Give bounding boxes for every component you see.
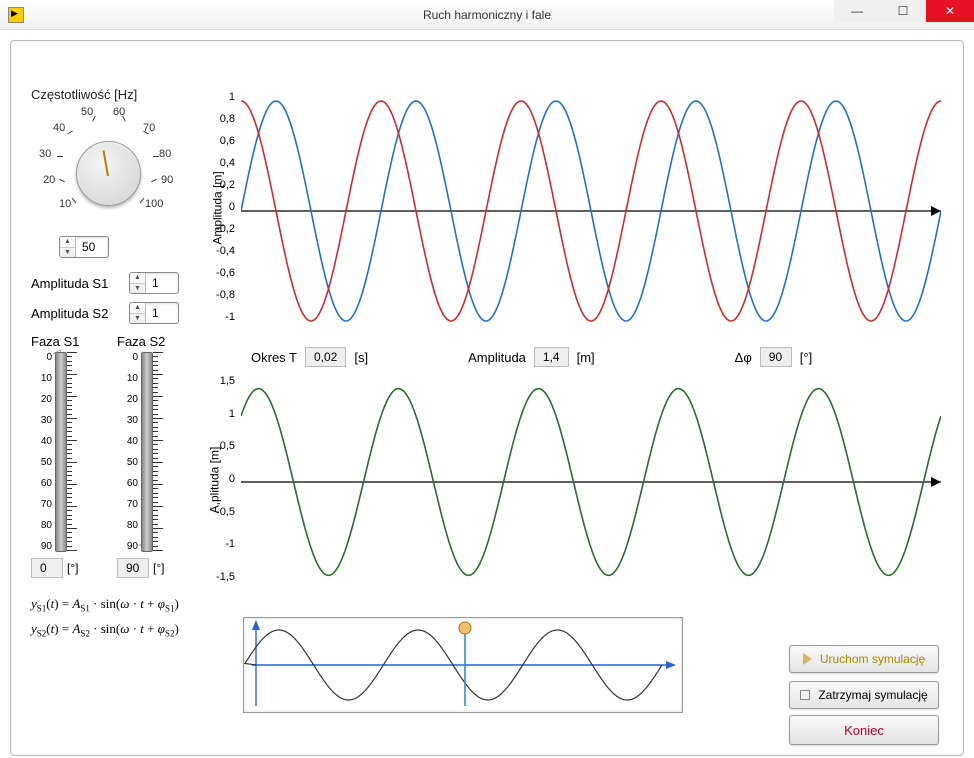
unit-label: [°]	[153, 561, 164, 575]
period-label: Okres T	[251, 350, 297, 365]
amplitude-unit: [m]	[577, 350, 595, 365]
knob-tick: 40	[53, 122, 65, 134]
run-button-label: Uruchom symulację	[820, 652, 925, 666]
scale-tick: 20	[117, 394, 138, 405]
dphi-value: 90	[760, 347, 792, 367]
frequency-value[interactable]: 50	[76, 237, 108, 257]
maximize-button[interactable]: ☐	[880, 0, 926, 22]
run-button[interactable]: Uruchom symulację	[789, 645, 939, 673]
spinner-icon[interactable]: ▲▼	[130, 303, 146, 323]
knob-tick: 20	[43, 174, 55, 186]
formulas: yS1(t) = AS1 · sin(ω · t + φS1) yS2(t) =…	[31, 592, 201, 642]
amplitude-s2-value[interactable]: 1	[146, 303, 178, 323]
scale-tick: 20	[31, 394, 52, 405]
params-row: Okres T 0,02 [s] Amplituda 1,4 [m] Δφ 90…	[251, 347, 812, 367]
amplitude-label: Amplituda	[468, 350, 526, 365]
sum-chart: A,plituda [m] 1,510,50-0,5-1-1,5	[203, 375, 943, 589]
amplitude-s2-label: Amplituda S2	[31, 306, 123, 321]
scale-tick: 50	[117, 457, 138, 468]
scale-tick: 90	[117, 541, 138, 552]
amplitude-s1-label: Amplituda S1	[31, 276, 123, 291]
knob-tick: 50	[81, 106, 93, 118]
scale-tick: 0	[117, 352, 138, 363]
waves-chart: Amplituda [m] 10,80,60,40,20-0,2-0,4-0,6…	[203, 91, 943, 331]
amplitude-s2-input[interactable]: ▲▼ 1	[129, 302, 179, 324]
knob-tick: 100	[145, 198, 163, 210]
scale-tick: 60	[31, 478, 52, 489]
scale-tick: 80	[117, 520, 138, 531]
frequency-label: Częstotliwość [Hz]	[31, 87, 201, 102]
minimize-button[interactable]: —	[834, 0, 880, 22]
scale-tick: 80	[31, 520, 52, 531]
window-buttons: — ☐ ✕	[834, 0, 974, 22]
scale-tick: 90	[31, 541, 52, 552]
particle-chart	[243, 617, 683, 713]
main-panel: Częstotliwość [Hz] 10 20 30 40 50 60 70 …	[10, 40, 964, 756]
amplitude-s1-value[interactable]: 1	[146, 273, 178, 293]
phase-s2-label: Faza S2	[117, 334, 185, 349]
stop-icon	[800, 690, 810, 700]
amplitude-value: 1,4	[534, 347, 569, 367]
scale-tick: 10	[31, 373, 52, 384]
unit-label: [°]	[67, 561, 78, 575]
scale-tick: 0	[31, 352, 52, 363]
dphi-unit: [°]	[800, 350, 812, 365]
period-unit: [s]	[354, 350, 368, 365]
frequency-knob[interactable]: 10 20 30 40 50 60 70 80 90 100	[31, 106, 191, 226]
spinner-icon[interactable]: ▲▼	[130, 273, 146, 293]
end-button[interactable]: Koniec	[789, 715, 939, 745]
phase-s1-label: Faza S1	[31, 334, 99, 349]
knob-tick: 90	[161, 174, 173, 186]
frequency-input[interactable]: ▲▼ 50	[59, 236, 109, 258]
scale-tick: 70	[117, 499, 138, 510]
scale-tick: 70	[31, 499, 52, 510]
dphi-label: Δφ	[735, 350, 752, 365]
phase-s1-value: 0	[31, 558, 63, 578]
scale-tick: 10	[117, 373, 138, 384]
knob-tick: 10	[59, 198, 71, 210]
stop-button-label: Zatrzymaj symulację	[818, 688, 927, 702]
phase-s2-slider[interactable]: 0 10 20 30 40 50 60 70 80 90 ◁	[117, 352, 185, 552]
play-icon	[803, 653, 812, 665]
spinner-icon[interactable]: ▲▼	[60, 237, 76, 257]
stop-button[interactable]: Zatrzymaj symulację	[789, 681, 939, 709]
window-title: Ruch harmoniczny i fale	[0, 8, 974, 22]
phase-s2-value: 90	[117, 558, 149, 578]
scale-tick: 40	[117, 436, 138, 447]
phase-s1-slider[interactable]: 0 10 20 30 40 50 60 70 80 90 ◁	[31, 352, 99, 552]
amplitude-s1-input[interactable]: ▲▼ 1	[129, 272, 179, 294]
end-button-label: Koniec	[844, 723, 884, 738]
scale-tick: 30	[31, 415, 52, 426]
formula-s1: yS1(t) = AS1 · sin(ω · t + φS1)	[31, 592, 201, 617]
period-value: 0,02	[305, 347, 346, 367]
close-button[interactable]: ✕	[926, 0, 974, 22]
scale-tick: 50	[31, 457, 52, 468]
titlebar: Ruch harmoniczny i fale — ☐ ✕	[0, 0, 974, 30]
scale-tick: 30	[117, 415, 138, 426]
knob-tick: 30	[39, 148, 51, 160]
scale-tick: 60	[117, 478, 138, 489]
knob-tick: 80	[159, 148, 171, 160]
formula-s2: yS2(t) = AS2 · sin(ω · t + φS2)	[31, 617, 201, 642]
controls-column: Częstotliwość [Hz] 10 20 30 40 50 60 70 …	[31, 87, 201, 642]
scale-tick: 40	[31, 436, 52, 447]
